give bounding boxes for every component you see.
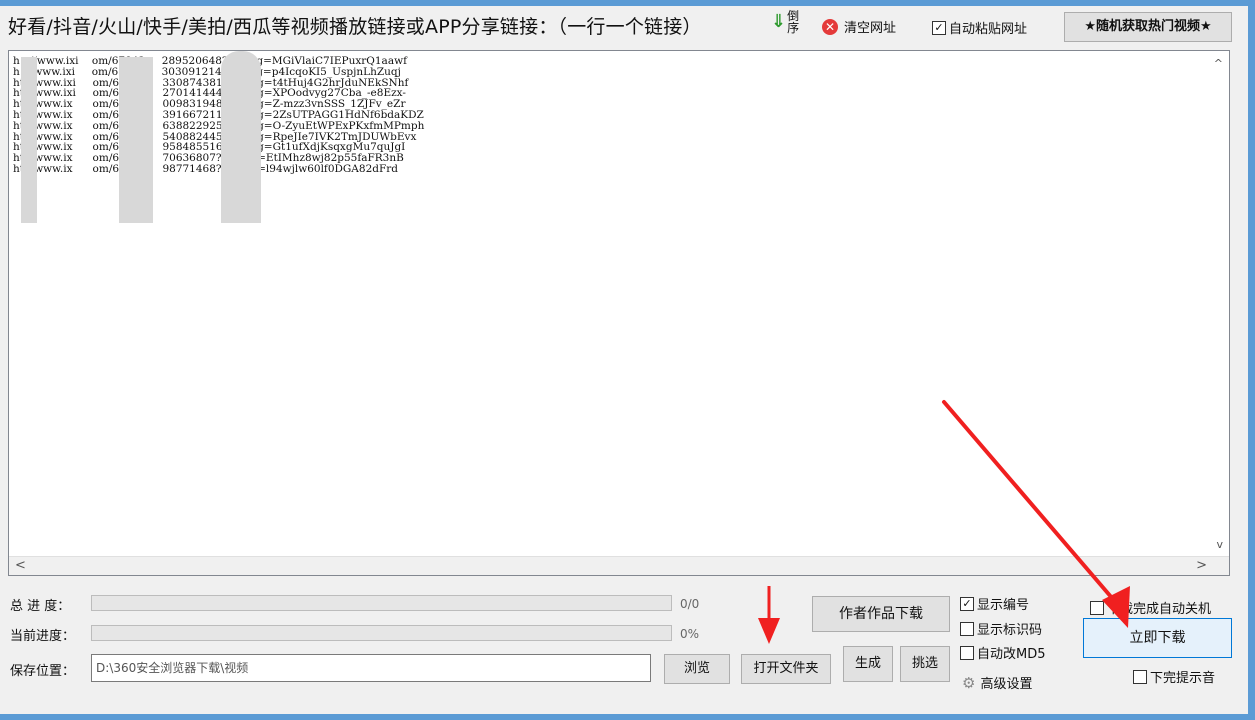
checkbox-icon bbox=[960, 621, 974, 636]
gear-icon: ⚙ bbox=[962, 673, 976, 692]
show-number-checkbox[interactable]: ✓ 显示编号 bbox=[960, 594, 1029, 613]
clear-urls-button[interactable]: ✕ 清空网址 bbox=[822, 17, 896, 36]
close-circle-icon: ✕ bbox=[822, 18, 838, 35]
scroll-right-icon[interactable]: > bbox=[1196, 558, 1207, 573]
show-id-code-checkbox[interactable]: 显示标识码 bbox=[960, 619, 1042, 638]
redaction-block bbox=[221, 51, 261, 223]
auto-md5-checkbox[interactable]: 自动改MD5 bbox=[960, 643, 1046, 662]
pick-button[interactable]: 挑选 bbox=[900, 646, 950, 682]
current-progress-value: 0% bbox=[680, 627, 700, 641]
browse-button[interactable]: 浏览 bbox=[664, 654, 730, 684]
total-progress-bar bbox=[91, 595, 672, 611]
author-works-download-button[interactable]: 作者作品下载 bbox=[812, 596, 950, 632]
download-now-button[interactable]: 立即下载 bbox=[1083, 618, 1232, 658]
save-location-label: 保存位置： bbox=[10, 664, 76, 679]
show-id-code-label: 显示标识码 bbox=[977, 623, 1043, 638]
horizontal-scrollbar[interactable]: < > bbox=[9, 556, 1229, 575]
open-folder-button[interactable]: 打开文件夹 bbox=[741, 654, 831, 684]
reverse-order-button[interactable]: ⇓ 倒序 bbox=[771, 10, 800, 34]
finish-sound-checkbox[interactable]: 下完提示音 bbox=[1133, 667, 1215, 686]
generate-button[interactable]: 生成 bbox=[843, 646, 893, 682]
scroll-down-icon[interactable]: v bbox=[1216, 538, 1223, 551]
auto-paste-checkbox[interactable]: ✓ 自动粘贴网址 bbox=[932, 18, 1027, 37]
total-progress-value: 0/0 bbox=[680, 597, 700, 611]
advanced-settings-label: 高级设置 bbox=[980, 677, 1033, 692]
checkbox-icon bbox=[1133, 669, 1147, 684]
auto-shutdown-label: 下载完成自动关机 bbox=[1107, 602, 1212, 617]
scroll-up-icon[interactable]: ^ bbox=[1214, 57, 1223, 70]
scroll-left-icon[interactable]: < bbox=[15, 558, 26, 573]
finish-sound-label: 下完提示音 bbox=[1150, 671, 1216, 686]
checkbox-icon bbox=[1090, 600, 1104, 615]
auto-shutdown-checkbox[interactable]: 下载完成自动关机 bbox=[1090, 598, 1211, 617]
advanced-settings-button[interactable]: ⚙ 高级设置 bbox=[962, 673, 1033, 693]
current-progress-label: 当前进度： bbox=[10, 629, 76, 644]
show-number-label: 显示编号 bbox=[977, 598, 1030, 613]
auto-paste-label: 自动粘贴网址 bbox=[949, 22, 1028, 37]
checkbox-checked-icon: ✓ bbox=[960, 596, 974, 611]
link-line: ht /www.ix om/68381 98771468?logTag=l94w… bbox=[13, 162, 398, 175]
clear-urls-label: 清空网址 bbox=[844, 21, 897, 36]
random-hot-videos-button[interactable]: ★随机获取热门视频★ bbox=[1064, 12, 1232, 42]
checkbox-icon bbox=[960, 645, 974, 660]
redaction-block bbox=[119, 57, 153, 223]
link-line: h /www.ixi om/68002 303091214?logTag=p4I… bbox=[13, 65, 401, 78]
link-line: ht /www.ix om/67874 638822925?logTag=O-Z… bbox=[13, 119, 425, 132]
redaction-block bbox=[21, 57, 37, 223]
checkbox-checked-icon: ✓ bbox=[932, 20, 946, 35]
links-textarea[interactable]: h //www.ixi om/67842 289520648?logTag=MG… bbox=[8, 50, 1230, 576]
input-instruction-title: 好看/抖音/火山/快手/美拍/西瓜等视频播放链接或APP分享链接：（一行一个链接… bbox=[8, 16, 702, 38]
save-path-input[interactable]: D:\360安全浏览器下载\视频 bbox=[91, 654, 651, 682]
total-progress-label: 总 进 度： bbox=[10, 599, 71, 614]
reverse-order-label: 倒序 bbox=[787, 9, 800, 35]
auto-md5-label: 自动改MD5 bbox=[977, 647, 1046, 662]
arrow-down-icon: ⇓ bbox=[771, 11, 787, 32]
current-progress-bar bbox=[91, 625, 672, 641]
links-list: h //www.ixi om/67842 289520648?logTag=MG… bbox=[13, 56, 424, 175]
